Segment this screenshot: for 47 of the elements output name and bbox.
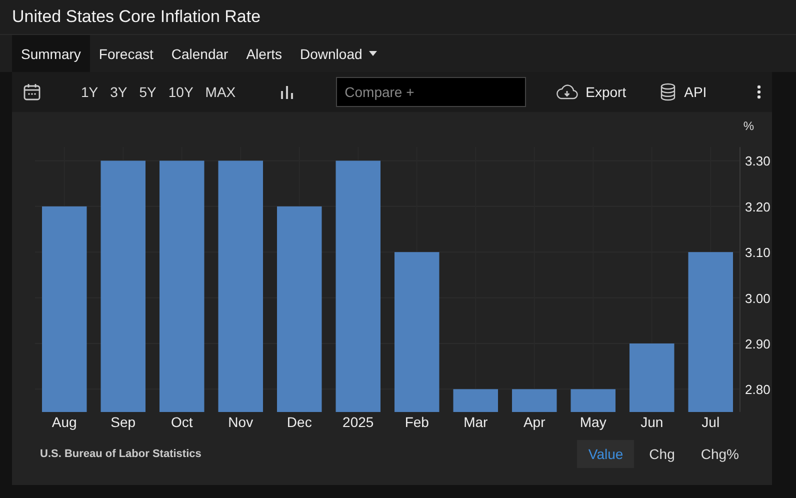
- axis-category-label: Mar: [464, 414, 488, 430]
- source-label: U.S. Bureau of Labor Statistics: [40, 448, 202, 460]
- tab[interactable]: Forecast: [90, 35, 162, 72]
- range-button[interactable]: MAX: [201, 84, 240, 100]
- axis-tick-label: 3.10: [745, 245, 770, 260]
- database-icon: [660, 83, 676, 101]
- bar-chart-icon[interactable]: [280, 85, 294, 99]
- view-toggle[interactable]: Chg: [638, 440, 686, 468]
- export-button[interactable]: Export: [556, 84, 626, 100]
- axis-category-label: Feb: [404, 414, 429, 430]
- caret-icon[interactable]: [369, 51, 378, 56]
- calendar-icon[interactable]: [23, 83, 41, 101]
- cloud-download-icon: [556, 84, 578, 100]
- axis-category-label: 2025: [342, 414, 374, 430]
- tab[interactable]: Calendar: [162, 35, 238, 72]
- axis-tick-label: 2.80: [745, 382, 770, 398]
- axis-category-label: Jul: [702, 414, 720, 430]
- axis-tick-label: 3.00: [745, 290, 770, 306]
- api-button[interactable]: API: [660, 83, 707, 101]
- compare-field[interactable]: Compare +: [336, 77, 526, 107]
- bar: [630, 343, 674, 412]
- range-button[interactable]: 1Y: [77, 84, 102, 100]
- axis-category-label: Nov: [228, 414, 254, 430]
- tab[interactable]: Alerts: [237, 35, 291, 72]
- tab[interactable]: Download: [291, 35, 386, 72]
- view-toggle[interactable]: Value: [577, 440, 634, 468]
- range-button[interactable]: 10Y: [164, 84, 198, 100]
- bar: [570, 389, 616, 412]
- range-button[interactable]: 3Y: [106, 84, 132, 100]
- page-title: United States Core Inflation Rate: [12, 7, 261, 27]
- range-button[interactable]: 5Y: [135, 84, 160, 100]
- axis-category-label: Aug: [52, 414, 77, 430]
- view-toggle[interactable]: Chg%: [690, 440, 750, 468]
- more-icon[interactable]: [756, 85, 761, 99]
- axis-category-label: Apr: [523, 414, 546, 430]
- axis-category-label: Jun: [640, 414, 664, 430]
- tab[interactable]: Summary: [12, 35, 90, 72]
- bar: [453, 389, 498, 412]
- axis-tick-label: 2.90: [745, 336, 770, 352]
- axis-tick-label: 3.30: [745, 154, 770, 169]
- unit-label: %: [743, 119, 754, 133]
- bar: [512, 389, 557, 412]
- axis-category-label: Sep: [110, 414, 136, 430]
- axis-category-label: Dec: [286, 414, 312, 430]
- axis-tick-label: 3.20: [745, 199, 770, 214]
- axis-category-label: Oct: [170, 414, 193, 430]
- axis-category-label: May: [580, 414, 606, 430]
